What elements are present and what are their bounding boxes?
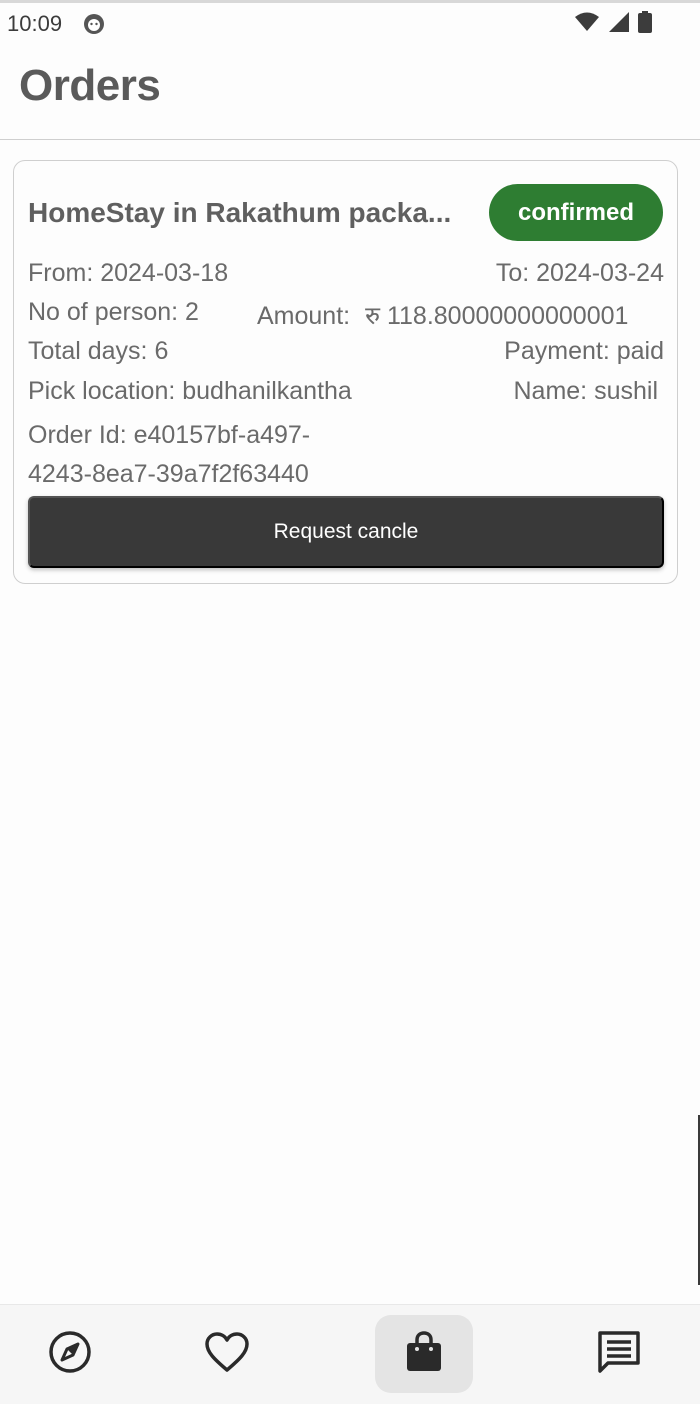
order-id: Order Id: e40157bf-a497-4243-8ea7-39a7f2…: [28, 421, 311, 488]
status-time: 10:09: [7, 11, 63, 36]
amount-label: Amount:: [257, 302, 351, 330]
amount-value: रु 118.80000000000001: [365, 302, 629, 330]
order-card: HomeStay in Rakathum packa... confirmed …: [13, 160, 678, 584]
page-title: Orders: [19, 61, 161, 110]
nav-messages[interactable]: [570, 1315, 668, 1393]
person-count: No of person: 2: [28, 298, 199, 326]
signal-icon: [608, 12, 630, 37]
pick-location: Pick location: budhanilkantha: [28, 377, 352, 405]
app-bar: Orders: [0, 43, 700, 140]
heart-icon: [204, 1331, 250, 1378]
app-notification-icon: [83, 13, 105, 35]
from-date: From: 2024-03-18: [28, 259, 229, 287]
bottom-navigation: [0, 1304, 700, 1404]
payment-status: Payment: paid: [504, 337, 664, 365]
order-title: HomeStay in Rakathum packa...: [28, 197, 452, 228]
nav-explore[interactable]: [21, 1315, 119, 1393]
shopping-bag-icon: [405, 1330, 443, 1378]
wifi-icon: [574, 12, 600, 37]
compass-icon: [47, 1329, 93, 1380]
orders-screen: 10:09 Orders HomeStay in Rakathum packa.…: [0, 0, 700, 1404]
request-cancel-button[interactable]: Request cancle: [28, 496, 664, 568]
status-badge: confirmed: [489, 184, 663, 241]
amount: Amount: रु 118.80000000000001: [257, 298, 628, 332]
chat-icon: [596, 1329, 642, 1380]
nav-favorites[interactable]: [178, 1315, 276, 1393]
status-bar: 10:09: [0, 3, 700, 43]
customer-name: Name: sushil: [513, 377, 659, 405]
to-date: To: 2024-03-24: [495, 259, 664, 287]
total-days: Total days: 6: [28, 337, 169, 365]
nav-orders[interactable]: [375, 1315, 473, 1393]
battery-icon: [638, 11, 652, 38]
